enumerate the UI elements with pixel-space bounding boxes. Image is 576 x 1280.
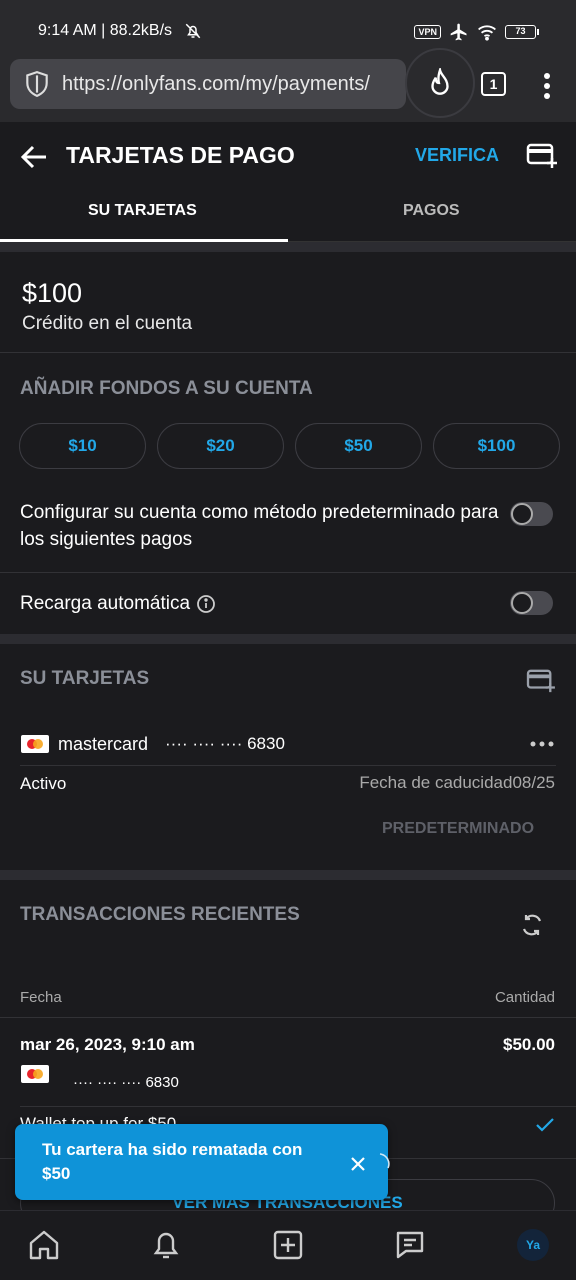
mastercard-logo-icon — [21, 1065, 49, 1083]
tab-pagos[interactable]: PAGOS — [403, 202, 460, 220]
card-expiry: Fecha de caducidad08/25 — [359, 773, 555, 792]
auto-recharge-label: Recarga automática — [20, 593, 191, 614]
amount-options: $10 $20 $50 $100 — [19, 423, 560, 469]
shield-icon[interactable] — [24, 70, 50, 98]
set-default-button[interactable]: PREDETERMINADO — [382, 820, 534, 838]
avatar[interactable]: Ya — [517, 1229, 549, 1261]
auto-recharge-row: Recarga automática — [20, 590, 216, 617]
transaction-amount: $50.00 — [503, 1035, 555, 1054]
divider — [20, 765, 556, 766]
status-bar: 9:14 AM | 88.2kB/s VPN 73 — [0, 0, 576, 58]
url-bar[interactable]: https://onlyfans.com/my/payments/ — [10, 59, 406, 109]
info-icon[interactable] — [196, 594, 216, 614]
card-masked-number: ···· ···· ···· 6830 — [165, 734, 285, 753]
browser-toolbar: https://onlyfans.com/my/payments/ 1 — [0, 48, 576, 122]
amount-button-50[interactable]: $50 — [295, 423, 422, 469]
amount-button-20[interactable]: $20 — [157, 423, 284, 469]
back-arrow-icon[interactable] — [20, 144, 48, 170]
amount-button-100[interactable]: $100 — [433, 423, 560, 469]
close-icon[interactable] — [350, 1152, 392, 1176]
amount-button-10[interactable]: $10 — [19, 423, 146, 469]
add-card-icon[interactable] — [526, 142, 558, 170]
check-icon — [535, 1117, 555, 1133]
url-text[interactable]: https://onlyfans.com/my/payments/ — [62, 73, 370, 96]
card-status: Activo — [20, 774, 67, 793]
fire-icon[interactable] — [405, 48, 475, 118]
default-method-toggle[interactable] — [510, 502, 553, 526]
browser-menu-icon[interactable] — [540, 72, 554, 100]
toast-message: Tu cartera ha sido rematada con $50 — [42, 1140, 303, 1183]
mute-icon — [184, 22, 202, 40]
wifi-icon — [477, 23, 497, 41]
verify-button[interactable]: VERIFICA — [415, 145, 499, 166]
add-funds-heading: AÑADIR FONDOS A SU CUENTA — [20, 378, 313, 399]
home-icon[interactable] — [26, 1227, 62, 1263]
page-title: TARJETAS DE PAGO — [66, 142, 295, 168]
card-brand: mastercard — [58, 734, 149, 754]
balance-label: Crédito en el cuenta — [22, 313, 193, 334]
tab-su-tarjetas[interactable]: SU TARJETAS — [88, 202, 197, 220]
app-header: TARJETAS DE PAGO VERIFICA SU TARJETAS PA… — [0, 122, 576, 242]
bottom-navigation: Ya — [0, 1210, 576, 1280]
cards-heading: SU TARJETAS — [20, 668, 150, 689]
section-separator — [0, 242, 576, 252]
divider — [0, 1017, 576, 1018]
divider — [0, 572, 576, 573]
column-header-date: Fecha — [20, 989, 62, 1006]
tab-switcher-button[interactable]: 1 — [481, 72, 506, 96]
mastercard-logo-icon — [21, 735, 49, 753]
battery-icon: 73 — [505, 25, 539, 39]
transaction-date: mar 26, 2023, 9:10 am — [20, 1035, 195, 1054]
status-icons: VPN 73 — [414, 22, 539, 42]
divider — [20, 1106, 576, 1107]
section-separator — [0, 634, 576, 644]
more-options-icon[interactable] — [530, 740, 554, 748]
column-header-amount: Cantidad — [494, 989, 555, 1006]
balance-amount: $100 — [22, 278, 83, 308]
divider — [0, 352, 576, 353]
auto-recharge-toggle[interactable] — [510, 591, 553, 615]
notifications-bell-icon[interactable] — [148, 1227, 184, 1263]
vpn-icon: VPN — [414, 25, 441, 39]
airplane-icon — [449, 22, 469, 42]
section-separator — [0, 870, 576, 880]
transactions-heading: TRANSACCIONES RECIENTES — [20, 904, 300, 925]
transaction-card-number: ···· ···· ···· 6830 — [73, 1074, 179, 1091]
add-post-icon[interactable] — [270, 1227, 306, 1263]
messages-icon[interactable] — [392, 1227, 428, 1263]
add-card-icon[interactable] — [526, 668, 556, 694]
refresh-icon[interactable] — [520, 912, 544, 938]
toast-notification: Tu cartera ha sido rematada con $50 — [15, 1124, 390, 1200]
status-time: 9:14 AM | 88.2kB/s — [38, 22, 173, 39]
default-method-label: Configurar su cuenta como método predete… — [20, 502, 499, 550]
